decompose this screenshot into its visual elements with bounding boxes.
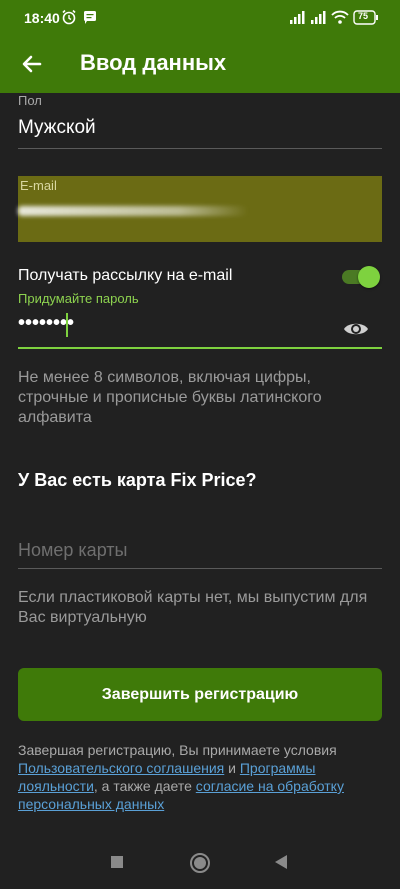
newsletter-toggle[interactable]: [340, 265, 380, 289]
home-icon[interactable]: [189, 852, 211, 879]
message-icon: [82, 9, 98, 29]
legal-text-2: и: [224, 760, 240, 776]
wifi-icon: [331, 9, 349, 29]
email-field[interactable]: E-mail: [18, 176, 382, 242]
eye-icon[interactable]: [342, 318, 370, 340]
password-hint: Не менее 8 символов, включая цифры, стро…: [18, 369, 322, 426]
email-label: E-mail: [20, 178, 57, 193]
newsletter-label: Получать рассылку на e-mail: [18, 267, 233, 284]
toggle-knob: [358, 266, 380, 288]
email-redacted-value: [18, 206, 248, 216]
legal-text-3: , а также даете: [93, 778, 196, 794]
recent-apps-icon[interactable]: [110, 855, 124, 874]
back-icon[interactable]: [273, 854, 289, 875]
status-time: 18:40: [24, 10, 60, 26]
user-agreement-link[interactable]: Пользовательского соглашения: [18, 760, 224, 776]
legal-text-1: Завершая регистрацию, Вы принимаете усло…: [18, 742, 337, 758]
card-hint: Если пластиковой карты нет, мы выпустим …: [18, 589, 368, 626]
complete-registration-button[interactable]: Завершить регистрацию: [18, 668, 382, 721]
card-divider: [18, 568, 382, 569]
battery-level: 75: [358, 11, 369, 21]
status-bar: 18:40 75: [0, 0, 400, 36]
legal-text: Завершая регистрацию, Вы принимаете усло…: [18, 741, 378, 813]
app-bar: Ввод данных: [0, 36, 400, 93]
gender-label: Пол: [18, 93, 42, 108]
gender-value[interactable]: Мужской: [18, 117, 96, 139]
gender-divider: [18, 148, 382, 149]
password-underline: [18, 347, 382, 349]
arrow-left-icon[interactable]: [20, 52, 44, 76]
text-cursor: [66, 313, 68, 337]
password-label: Придумайте пароль: [18, 291, 139, 306]
system-nav-bar: [0, 840, 400, 889]
card-number-input[interactable]: [18, 532, 382, 568]
page-title: Ввод данных: [80, 50, 227, 75]
card-heading: У Вас есть карта Fix Price?: [18, 470, 257, 490]
signal-icon: [289, 9, 307, 29]
signal-icon: [310, 9, 328, 29]
alarm-icon: [61, 9, 77, 29]
